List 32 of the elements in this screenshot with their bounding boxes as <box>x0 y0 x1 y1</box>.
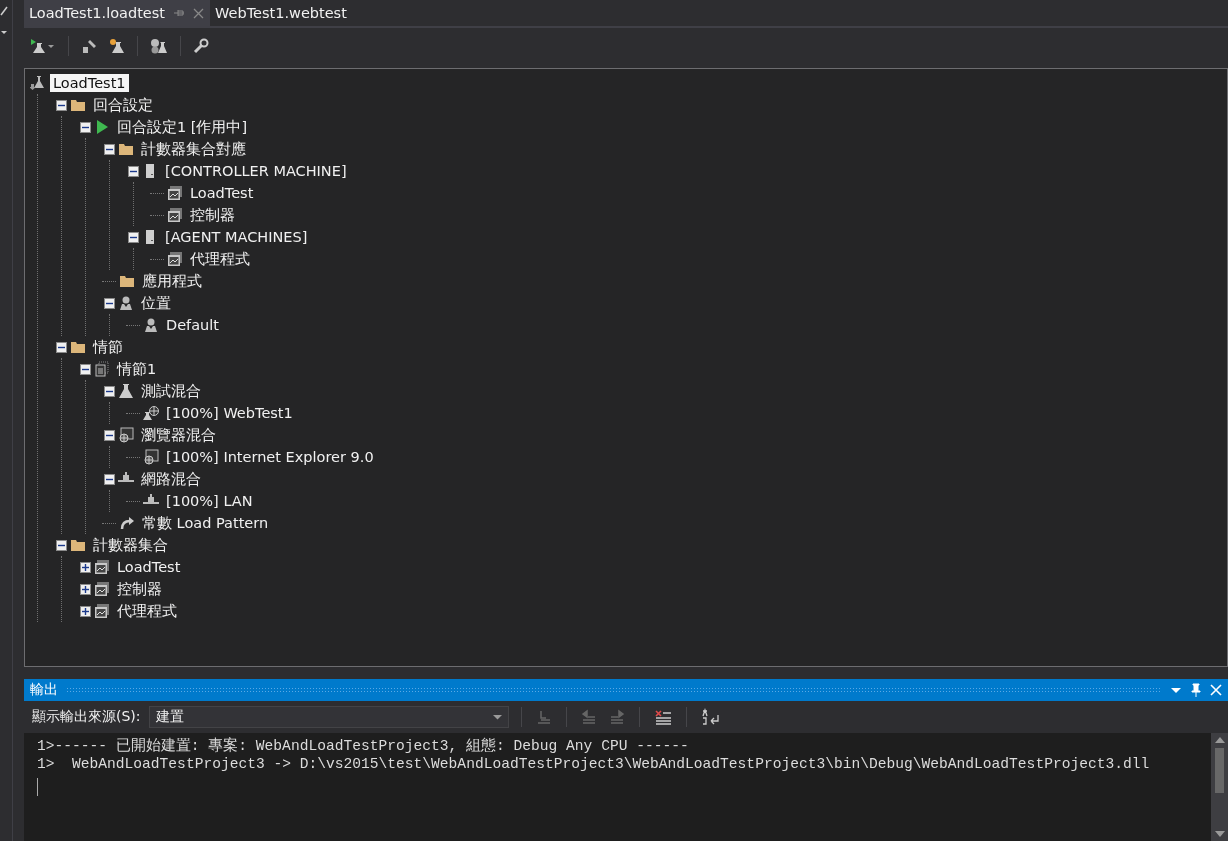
tree-item[interactable]: 計數器集合 <box>90 534 171 556</box>
output-line: 1>------ 已開始建置: 專案: WebAndLoadTestProject3, 組態: Debug Any CPU ------ <box>37 736 690 756</box>
tree-item[interactable]: [100%] Internet Explorer 9.0 <box>163 448 377 466</box>
output-line: 1> WebAndLoadTestProject3 -> D:\vs2015\test\WebAndLoadTestProject3\WebAndLoadTestProject3\bin\Debug\WebAndLoadTestProject3.dll <box>37 756 1151 774</box>
tree-item[interactable]: 應用程式 <box>139 270 205 292</box>
tree-item[interactable]: LoadTest1 <box>50 74 129 92</box>
tree-item[interactable]: 測試混合 <box>138 380 204 402</box>
tree-item[interactable]: 常數 Load Pattern <box>139 512 272 534</box>
tree-item[interactable]: 瀏覽器混合 <box>138 424 219 446</box>
tree-item[interactable]: 網路混合 <box>138 468 204 490</box>
tree-item[interactable]: 計數器集合對應 <box>138 138 249 160</box>
tree-item[interactable]: 代理程式 <box>114 600 180 622</box>
tree-item[interactable]: 控制器 <box>187 204 238 226</box>
tree-item[interactable]: [100%] LAN <box>163 492 256 510</box>
tree-item[interactable]: [100%] WebTest1 <box>163 404 296 422</box>
tree-item[interactable]: 位置 <box>138 292 174 314</box>
document-tab[interactable]: LoadTest1.loadtest <box>24 0 210 26</box>
tree-item[interactable]: 回合設定 <box>90 94 156 116</box>
tree-item[interactable]: 情節 <box>90 336 126 358</box>
document-tab[interactable]: WebTest1.webtest <box>210 0 353 26</box>
tree-item[interactable]: Default <box>163 316 222 334</box>
tree-item[interactable]: [AGENT MACHINES] <box>162 228 311 246</box>
tree-item[interactable]: LoadTest <box>114 558 184 576</box>
tree-item[interactable]: LoadTest <box>187 184 257 202</box>
tree-item[interactable]: [CONTROLLER MACHINE] <box>162 162 350 180</box>
tree-item[interactable]: 代理程式 <box>187 248 253 270</box>
tree-item[interactable]: 情節1 <box>114 358 160 380</box>
tree-item[interactable]: 回合設定1 [作用中] <box>114 116 251 138</box>
source-dropdown[interactable]: 建置 <box>148 706 509 728</box>
field-label: 顯示輸出來源(S): <box>32 708 141 726</box>
panel-title: 輸出 <box>30 681 58 699</box>
tree-item[interactable]: 控制器 <box>114 578 165 600</box>
